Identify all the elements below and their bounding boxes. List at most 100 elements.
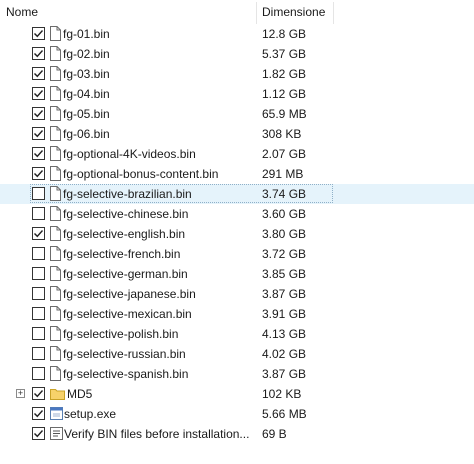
file-name: fg-selective-polish.bin	[63, 327, 179, 341]
checkbox[interactable]	[32, 127, 45, 140]
checkbox[interactable]	[32, 407, 45, 420]
file-size: 3.91 GB	[262, 307, 307, 321]
file-row[interactable]: fg-optional-4K-videos.bin 2.07 GB	[0, 144, 474, 164]
file-icon	[50, 86, 61, 101]
file-size: 2.07 GB	[262, 147, 307, 161]
checkbox[interactable]	[32, 287, 45, 300]
checkbox[interactable]	[32, 367, 45, 380]
file-size: 3.60 GB	[262, 207, 307, 221]
file-name: fg-selective-japanese.bin	[63, 287, 196, 301]
file-size: 1.82 GB	[262, 67, 307, 81]
checkbox[interactable]	[32, 307, 45, 320]
file-name: fg-selective-russian.bin	[63, 347, 186, 361]
column-name-header[interactable]: Nome	[6, 0, 38, 24]
file-size: 1.12 GB	[262, 87, 307, 101]
file-size: 3.87 GB	[262, 287, 307, 301]
file-name: fg-04.bin	[63, 87, 110, 101]
checkbox[interactable]	[32, 207, 45, 220]
checkbox[interactable]	[32, 27, 45, 40]
file-icon	[50, 146, 61, 161]
checkbox[interactable]	[32, 267, 45, 280]
file-name: fg-optional-bonus-content.bin	[63, 167, 219, 181]
file-icon	[50, 346, 61, 361]
file-icon	[50, 246, 61, 261]
file-icon	[50, 66, 61, 81]
file-row[interactable]: fg-02.bin 5.37 GB	[0, 44, 474, 64]
checkbox[interactable]	[32, 147, 45, 160]
file-size: 12.8 GB	[262, 27, 307, 41]
file-row[interactable]: setup.exe 5.66 MB	[0, 404, 474, 424]
file-icon	[50, 306, 61, 321]
file-size: 4.02 GB	[262, 347, 307, 361]
file-row[interactable]: fg-03.bin 1.82 GB	[0, 64, 474, 84]
file-size: 308 KB	[262, 127, 302, 141]
file-size: 3.80 GB	[262, 227, 307, 241]
checkbox[interactable]	[32, 67, 45, 80]
file-size: 5.66 MB	[262, 407, 307, 421]
file-icon	[50, 26, 61, 41]
column-size-header[interactable]: Dimensione	[262, 0, 325, 24]
checkbox[interactable]	[32, 247, 45, 260]
file-row[interactable]: fg-05.bin 65.9 MB	[0, 104, 474, 124]
file-name: fg-selective-english.bin	[63, 227, 186, 241]
file-name: fg-06.bin	[63, 127, 110, 141]
file-icon	[50, 226, 61, 241]
file-size: 3.74 GB	[262, 187, 307, 201]
file-size: 4.13 GB	[262, 327, 307, 341]
checkbox[interactable]	[32, 327, 45, 340]
file-row[interactable]: fg-selective-spanish.bin 3.87 GB	[0, 364, 474, 384]
file-row[interactable]: fg-selective-polish.bin 4.13 GB	[0, 324, 474, 344]
file-size: 5.37 GB	[262, 47, 307, 61]
file-row[interactable]: fg-selective-chinese.bin 3.60 GB	[0, 204, 474, 224]
file-row[interactable]: fg-06.bin 308 KB	[0, 124, 474, 144]
file-row[interactable]: Verify BIN files before installation... 6…	[0, 424, 474, 444]
checkbox[interactable]	[32, 47, 45, 60]
folder-icon	[50, 388, 65, 400]
column-divider[interactable]	[333, 2, 334, 24]
file-name: fg-01.bin	[63, 27, 110, 41]
file-size: 65.9 MB	[262, 107, 307, 121]
file-name: fg-selective-mexican.bin	[63, 307, 192, 321]
file-icon	[50, 166, 61, 181]
file-row[interactable]: fg-selective-german.bin 3.85 GB	[0, 264, 474, 284]
file-icon	[50, 46, 61, 61]
file-name: fg-selective-german.bin	[63, 267, 188, 281]
file-row[interactable]: fg-selective-japanese.bin 3.87 GB	[0, 284, 474, 304]
file-row[interactable]: fg-01.bin 12.8 GB	[0, 24, 474, 44]
file-icon	[50, 266, 61, 281]
file-size: 3.72 GB	[262, 247, 307, 261]
checkbox[interactable]	[32, 227, 45, 240]
folder-row[interactable]: + MD5 102 KB	[0, 384, 474, 404]
file-row[interactable]: fg-selective-mexican.bin 3.91 GB	[0, 304, 474, 324]
exe-icon	[50, 407, 63, 420]
checkbox[interactable]	[32, 347, 45, 360]
checkbox[interactable]	[32, 427, 45, 440]
file-size: 69 B	[262, 427, 287, 441]
expand-icon[interactable]: +	[16, 389, 25, 398]
file-name: fg-selective-chinese.bin	[63, 207, 189, 221]
file-row[interactable]: fg-04.bin 1.12 GB	[0, 84, 474, 104]
file-row[interactable]: fg-optional-bonus-content.bin 291 MB	[0, 164, 474, 184]
file-icon	[50, 186, 61, 201]
checkbox[interactable]	[32, 87, 45, 100]
file-name: fg-optional-4K-videos.bin	[63, 147, 196, 161]
file-row[interactable]: fg-selective-brazilian.bin 3.74 GB	[0, 184, 474, 204]
file-row[interactable]: fg-selective-french.bin 3.72 GB	[0, 244, 474, 264]
file-row[interactable]: fg-selective-russian.bin 4.02 GB	[0, 344, 474, 364]
file-name: setup.exe	[64, 407, 117, 421]
file-row[interactable]: fg-selective-english.bin 3.80 GB	[0, 224, 474, 244]
file-name: MD5	[67, 387, 93, 401]
checkbox[interactable]	[32, 187, 45, 200]
checkbox[interactable]	[32, 387, 45, 400]
column-divider[interactable]	[256, 2, 257, 24]
file-icon	[50, 366, 61, 381]
checkbox[interactable]	[32, 167, 45, 180]
checkbox[interactable]	[32, 107, 45, 120]
file-name: fg-selective-spanish.bin	[63, 367, 189, 381]
file-name: fg-02.bin	[63, 47, 110, 61]
file-icon	[50, 106, 61, 121]
file-name: Verify BIN files before installation...	[64, 427, 250, 441]
file-name: fg-selective-brazilian.bin	[63, 187, 192, 201]
file-icon	[50, 286, 61, 301]
file-icon	[50, 326, 61, 341]
